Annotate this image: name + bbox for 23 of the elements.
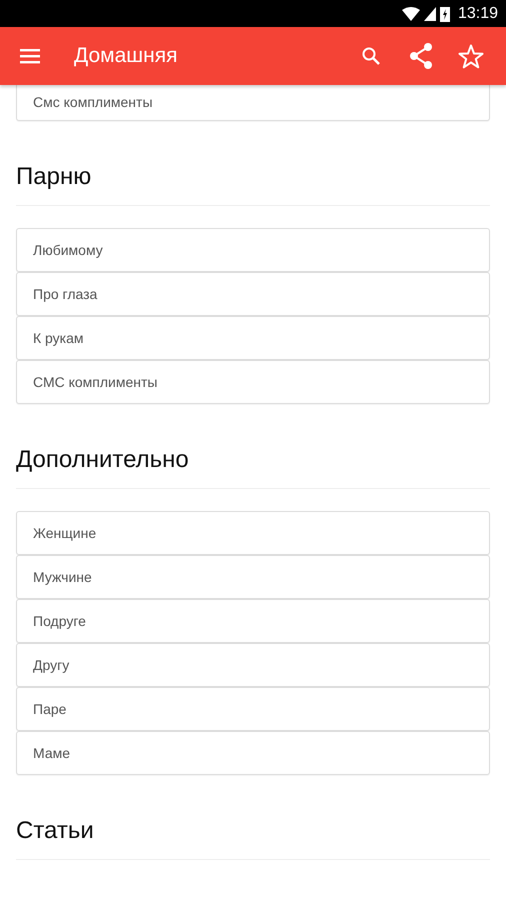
star-icon xyxy=(458,44,484,68)
share-icon xyxy=(409,43,433,69)
menu-icon xyxy=(20,48,40,64)
list-item[interactable]: Паре xyxy=(16,687,490,731)
signal-icon xyxy=(424,6,436,20)
list-item[interactable]: Маме xyxy=(16,731,490,775)
list-item[interactable]: СМС комплименты xyxy=(16,360,490,404)
list-item[interactable]: Другу xyxy=(16,643,490,687)
battery-icon xyxy=(440,6,450,22)
list-item[interactable]: К рукам xyxy=(16,316,490,360)
wifi-icon xyxy=(402,6,420,20)
section-heading: Статьи xyxy=(16,817,94,845)
search-icon xyxy=(362,47,380,65)
list-item[interactable]: Подруге xyxy=(16,599,490,643)
list-item[interactable]: Любимому xyxy=(16,228,490,272)
section-heading: Дополнительно xyxy=(16,446,189,474)
list-item[interactable]: Женщине xyxy=(16,511,490,555)
list-item[interactable]: Про глаза xyxy=(16,272,490,316)
clock-time: 13:19 xyxy=(458,4,498,22)
list-item[interactable]: Смс комплименты xyxy=(16,85,490,121)
list-item[interactable]: Мужчине xyxy=(16,555,490,599)
app-title: Домашняя xyxy=(74,44,178,68)
section-heading: Парню xyxy=(16,163,92,191)
